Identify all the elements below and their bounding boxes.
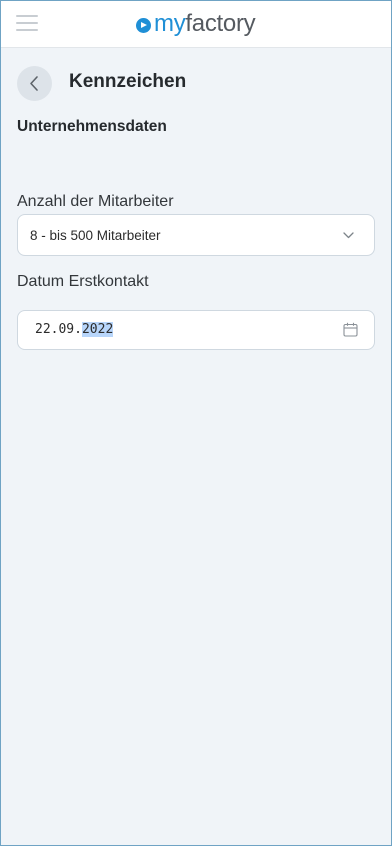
first-contact-date-input[interactable]: 22.09.2022 (17, 310, 375, 350)
date-value: 22.09.2022 (35, 322, 114, 337)
date-year-selected: 2022 (81, 322, 114, 337)
employees-select-value: 8 - bis 500 Mitarbeiter (30, 228, 161, 243)
employees-select[interactable]: 8 - bis 500 Mitarbeiter (17, 214, 375, 256)
employees-label: Anzahl der Mitarbeiter (17, 193, 174, 210)
back-button[interactable] (17, 66, 52, 101)
calendar-icon[interactable] (343, 322, 358, 337)
app-header: myfactory (0, 0, 392, 48)
logo-suffix: factory (185, 10, 256, 37)
play-icon (136, 17, 151, 33)
myfactory-logo: myfactory (136, 9, 256, 39)
logo-text: myfactory (154, 10, 256, 38)
logo-prefix: my (154, 10, 186, 37)
chevron-left-icon (30, 76, 38, 91)
section-title: Unternehmensdaten (17, 118, 167, 135)
chevron-down-icon (343, 232, 354, 239)
first-contact-label: Datum Erstkontakt (17, 273, 149, 290)
date-day-month: 22.09. (35, 322, 82, 337)
hamburger-menu-icon[interactable] (16, 15, 38, 32)
page-title: Kennzeichen (69, 71, 187, 92)
